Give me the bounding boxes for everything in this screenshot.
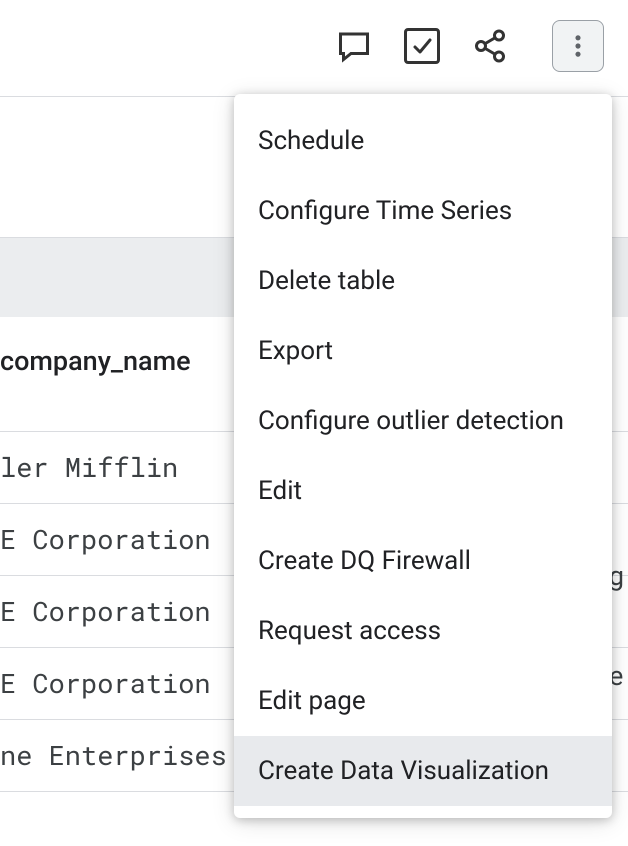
- menu-item-schedule[interactable]: Schedule: [234, 106, 612, 176]
- share-icon[interactable]: [472, 28, 508, 64]
- menu-item-edit-page[interactable]: Edit page: [234, 666, 612, 736]
- menu-item-delete-table[interactable]: Delete table: [234, 246, 612, 316]
- menu-item-edit[interactable]: Edit: [234, 456, 612, 526]
- more-options-button[interactable]: [552, 20, 604, 72]
- menu-item-create-dq-firewall[interactable]: Create DQ Firewall: [234, 526, 612, 596]
- menu-item-configure-time-series[interactable]: Configure Time Series: [234, 176, 612, 246]
- toolbar: [0, 0, 628, 96]
- comment-icon[interactable]: [336, 28, 372, 64]
- menu-item-export[interactable]: Export: [234, 316, 612, 386]
- more-options-menu: Schedule Configure Time Series Delete ta…: [234, 94, 612, 818]
- menu-item-configure-outlier-detection[interactable]: Configure outlier detection: [234, 386, 612, 456]
- menu-item-request-access[interactable]: Request access: [234, 596, 612, 666]
- menu-item-create-data-visualization[interactable]: Create Data Visualization: [234, 736, 612, 806]
- checkbox-checked-icon[interactable]: [404, 28, 440, 64]
